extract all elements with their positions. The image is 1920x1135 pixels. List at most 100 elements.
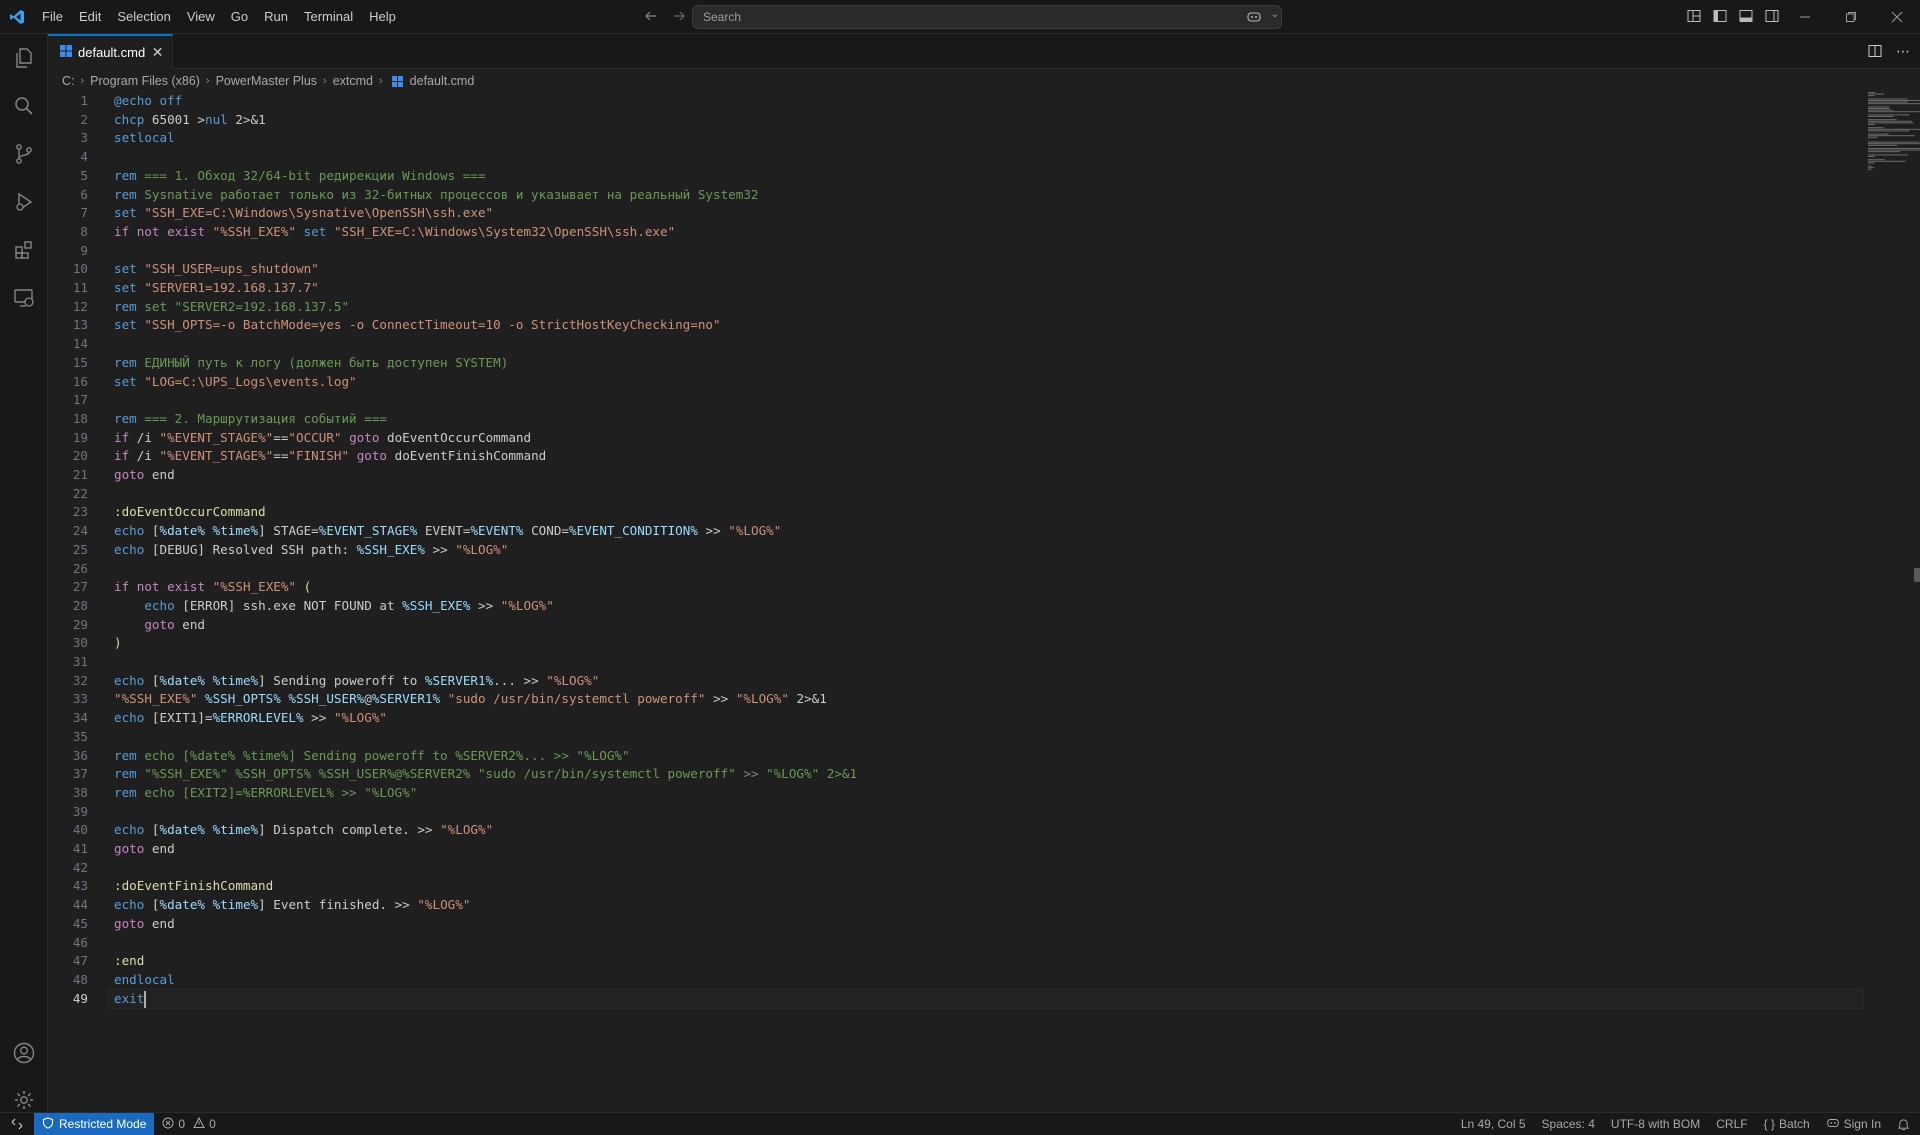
close-icon[interactable]: ✕ (151, 44, 164, 61)
code-line[interactable]: 28 echo [ERROR] ssh.exe NOT FOUND at %SS… (48, 597, 1848, 616)
code-line[interactable]: 49 exit (48, 990, 1848, 1009)
source-control-icon[interactable] (0, 130, 48, 178)
code-line[interactable]: 9 (48, 242, 1848, 261)
menu-bar: File Edit Selection View Go Run Terminal… (34, 0, 404, 34)
breadcrumb-item[interactable]: PowerMaster Plus (216, 74, 317, 88)
code-line[interactable]: 35 (48, 728, 1848, 747)
breadcrumb-item[interactable]: default.cmd (410, 74, 475, 88)
search-input[interactable] (703, 10, 1203, 24)
code-line[interactable]: 17 (48, 391, 1848, 410)
code-line[interactable]: 8 if not exist "%SSH_EXE%" set "SSH_EXE=C… (48, 223, 1848, 242)
code-line[interactable]: 5 rem === 1. Обход 32/64-bit редирекции W… (48, 167, 1848, 186)
code-line[interactable]: 40 echo [%date% %time%] Dispatch complete… (48, 821, 1848, 840)
file-encoding[interactable]: UTF-8 with BOM (1611, 1117, 1700, 1131)
breadcrumb-item[interactable]: C: (62, 74, 75, 88)
code-line[interactable]: 20 if /i "%EVENT_STAGE%"=="FINISH" goto d… (48, 447, 1848, 466)
code-line[interactable]: 39 (48, 803, 1848, 822)
toggle-panel-icon[interactable] (1736, 6, 1756, 26)
code-line[interactable]: 10 set "SSH_USER=ups_shutdown" (48, 260, 1848, 279)
code-line[interactable]: 43:doEventFinishCommand (48, 877, 1848, 896)
extensions-icon[interactable] (0, 226, 48, 274)
code-editor[interactable]: 1 @echo off 2 chcp 65001 >nul 2>&1 3 setlocal… (48, 92, 1920, 1110)
code-line[interactable]: 34 echo [EXIT1]=%ERRORLEVEL% >> "%LOG%" (48, 709, 1848, 728)
run-and-debug-icon[interactable] (0, 178, 48, 226)
code-line[interactable]: 26 (48, 560, 1848, 579)
code-line[interactable]: 4 (48, 148, 1848, 167)
code-line[interactable]: 11 set "SERVER1=192.168.137.7" (48, 279, 1848, 298)
code-line[interactable]: 41 goto end (48, 840, 1848, 859)
cursor-position[interactable]: Ln 49, Col 5 (1461, 1117, 1526, 1131)
menu-edit[interactable]: Edit (71, 5, 109, 29)
breadcrumb-item[interactable]: Program Files (x86) (90, 74, 200, 88)
menu-terminal[interactable]: Terminal (296, 5, 361, 29)
chevron-down-icon[interactable]: ⌄ (1271, 9, 1279, 20)
restore-icon[interactable] (1828, 0, 1874, 34)
remote-explorer-icon[interactable] (0, 274, 48, 322)
code-line[interactable]: 27 if not exist "%SSH_EXE%" ( (48, 578, 1848, 597)
code-line[interactable]: 6 rem Sysnative работает только из 32-бит… (48, 186, 1848, 205)
code-line[interactable]: 32 echo [%date% %time%] Sending poweroff … (48, 672, 1848, 691)
explorer-icon[interactable] (0, 34, 48, 82)
scrollbar-thumb[interactable] (1914, 568, 1920, 582)
code-line[interactable]: 24 echo [%date% %time%] STAGE=%EVENT_STAG… (48, 522, 1848, 541)
tab-default-cmd[interactable]: default.cmd ✕ (48, 34, 173, 69)
code-line[interactable]: 30) (48, 634, 1848, 653)
code-line[interactable]: 18 rem === 2. Маршрутизация событий === (48, 410, 1848, 429)
end-of-line[interactable]: CRLF (1716, 1117, 1747, 1131)
menu-view[interactable]: View (179, 5, 223, 29)
indentation[interactable]: Spaces: 4 (1542, 1117, 1595, 1131)
code-line[interactable]: 33 "%SSH_EXE%" %SSH_OPTS% %SSH_USER%@%SER… (48, 690, 1848, 709)
code-line[interactable]: 12 rem set "SERVER2=192.168.137.5" (48, 298, 1848, 317)
toggle-secondary-sidebar-icon[interactable] (1762, 6, 1782, 26)
code-line[interactable]: 13 set "SSH_OPTS=-o BatchMode=yes -o Conn… (48, 316, 1848, 335)
accounts-icon[interactable] (0, 1029, 48, 1077)
more-actions-icon[interactable]: ⋯ (1894, 42, 1912, 60)
code-line[interactable]: 21 goto end (48, 466, 1848, 485)
breadcrumb-item[interactable]: extcmd (333, 74, 373, 88)
code-line[interactable]: 3 setlocal (48, 129, 1848, 148)
language-mode[interactable]: { } Batch (1764, 1117, 1810, 1131)
code-line[interactable]: 36 rem echo [%date% %time%] Sending power… (48, 747, 1848, 766)
code-line[interactable]: 14 (48, 335, 1848, 354)
split-editor-icon[interactable] (1866, 42, 1884, 60)
code-line[interactable]: 47:end (48, 952, 1848, 971)
sign-in-button[interactable]: Sign In (1826, 1116, 1881, 1133)
notifications-bell-icon[interactable] (1897, 1118, 1910, 1131)
menu-help[interactable]: Help (361, 5, 404, 29)
menu-selection[interactable]: Selection (109, 5, 178, 29)
code-line[interactable]: 15 rem ЕДИНЫЙ путь к логу (должен быть до… (48, 354, 1848, 373)
back-arrow-icon[interactable] (640, 5, 662, 27)
code-line[interactable]: 29 goto end (48, 616, 1848, 635)
code-line[interactable]: 37 rem "%SSH_EXE%" %SSH_OPTS% %SSH_USER%@… (48, 765, 1848, 784)
code-line[interactable]: 25 echo [DEBUG] Resolved SSH path: %SSH_E… (48, 541, 1848, 560)
code-line[interactable]: 23:doEventOccurCommand (48, 503, 1848, 522)
code-line[interactable]: 2 chcp 65001 >nul 2>&1 (48, 111, 1848, 130)
copilot-icon[interactable] (1245, 8, 1263, 26)
code-line[interactable]: 48 endlocal (48, 971, 1848, 990)
code-line[interactable]: 7 set "SSH_EXE=C:\Windows\Sysnative\OpenS… (48, 204, 1848, 223)
code-line[interactable]: 16 set "LOG=C:\UPS_Logs\events.log" (48, 373, 1848, 392)
code-line[interactable]: 46 (48, 934, 1848, 953)
toggle-primary-sidebar-icon[interactable] (1710, 6, 1730, 26)
problems-indicator[interactable]: 0 0 (154, 1116, 223, 1132)
code-line[interactable]: 31 (48, 653, 1848, 672)
code-line[interactable]: 1 @echo off (48, 92, 1848, 111)
menu-file[interactable]: File (34, 5, 71, 29)
close-window-icon[interactable] (1874, 0, 1920, 34)
command-center-search[interactable]: ⌄ (692, 5, 1282, 29)
code-line[interactable]: 42 (48, 859, 1848, 878)
menu-run[interactable]: Run (256, 5, 296, 29)
code-line[interactable]: 19 if /i "%EVENT_STAGE%"=="OCCUR" goto do… (48, 429, 1848, 448)
menu-go[interactable]: Go (223, 5, 256, 29)
remote-indicator-icon[interactable] (0, 1113, 34, 1135)
restricted-mode-button[interactable]: Restricted Mode (34, 1113, 155, 1135)
forward-arrow-icon[interactable] (668, 5, 690, 27)
minimize-icon[interactable] (1782, 0, 1828, 34)
code-line[interactable]: 22 (48, 485, 1848, 504)
code-line[interactable]: 44 echo [%date% %time%] Event finished. >… (48, 896, 1848, 915)
code-line[interactable]: 45 goto end (48, 915, 1848, 934)
customize-layout-icon[interactable] (1684, 6, 1704, 26)
search-icon[interactable] (0, 82, 48, 130)
vertical-scrollbar[interactable] (1910, 92, 1920, 1110)
code-line[interactable]: 38 rem echo [EXIT2]=%ERRORLEVEL% >> "%LOG… (48, 784, 1848, 803)
